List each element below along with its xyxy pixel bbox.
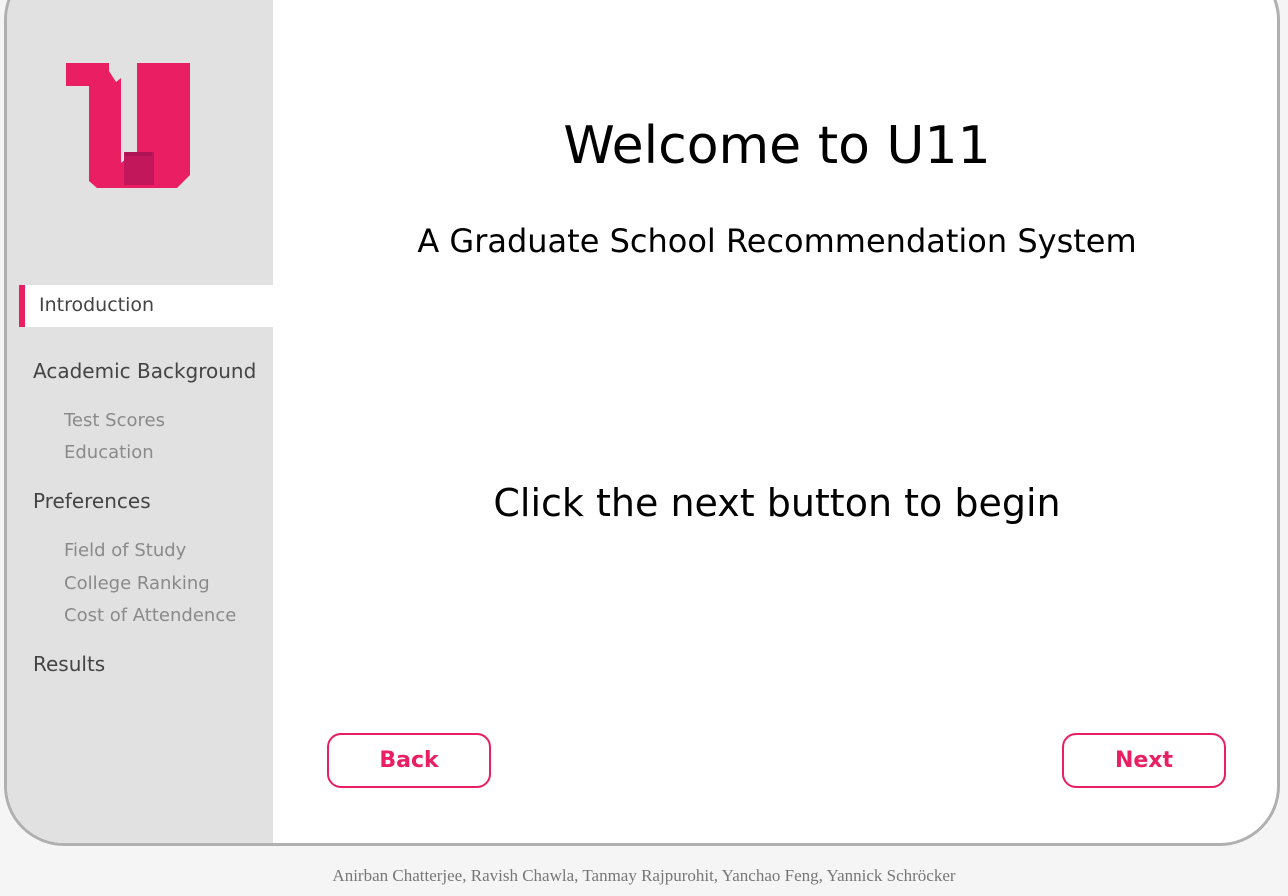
page-title: Welcome to U11: [563, 116, 991, 176]
sidebar-item-college-ranking[interactable]: College Ranking: [64, 573, 210, 594]
sidebar-section-results[interactable]: Results: [33, 652, 105, 676]
sidebar-item-label: Introduction: [39, 294, 155, 316]
instruction-text: Click the next button to begin: [493, 481, 1061, 525]
sidebar-section-academic-background[interactable]: Academic Background: [33, 359, 256, 383]
page-subtitle: A Graduate School Recommendation System: [417, 222, 1137, 260]
sidebar-item-introduction[interactable]: Introduction: [19, 285, 273, 327]
sidebar-item-education[interactable]: Education: [64, 442, 154, 463]
sidebar-item-cost-of-attendence[interactable]: Cost of Attendence: [64, 605, 236, 626]
sidebar-section-preferences[interactable]: Preferences: [33, 489, 151, 513]
sidebar-item-test-scores[interactable]: Test Scores: [64, 410, 165, 431]
sidebar: Introduction Academic Background Test Sc…: [7, 0, 273, 843]
u11-logo: [66, 63, 190, 188]
footer-authors: Anirban Chatterjee, Ravish Chawla, Tanma…: [332, 866, 956, 885]
back-button[interactable]: Back: [327, 733, 491, 788]
sidebar-item-field-of-study[interactable]: Field of Study: [64, 540, 186, 561]
next-button[interactable]: Next: [1062, 733, 1226, 788]
app-card: Introduction Academic Background Test Sc…: [4, 0, 1280, 846]
